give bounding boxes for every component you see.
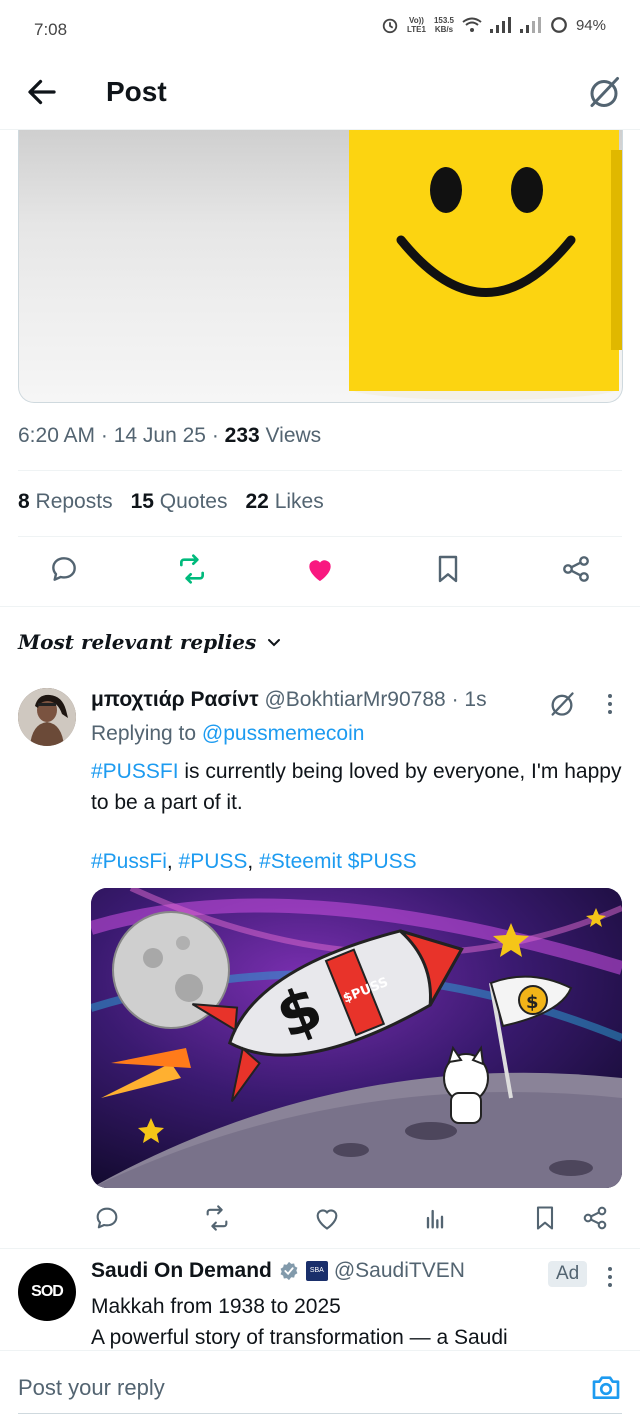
- post-time: 6:20 AM: [18, 424, 96, 447]
- page-title: Post: [106, 76, 167, 107]
- status-time: 7:08: [34, 20, 68, 39]
- alarm-icon: [382, 18, 398, 34]
- comment-icon[interactable]: [48, 553, 80, 585]
- divider: [18, 470, 622, 471]
- replies-sort-label: Most relevant replies: [18, 630, 257, 654]
- avatar[interactable]: [18, 688, 76, 746]
- battery-icon: [551, 17, 567, 33]
- svg-text:$: $: [526, 992, 539, 1013]
- replying-to-link[interactable]: @pussmemecoin: [202, 722, 365, 745]
- more-vertical-icon[interactable]: [604, 1265, 616, 1289]
- post-image[interactable]: [18, 130, 623, 403]
- ad-post[interactable]: SOD Saudi On Demand SBA @SaudiTVEN Ad Ma…: [0, 1248, 640, 1350]
- views-count: 233: [224, 424, 260, 447]
- reply-hashtags: #PussFi, #PUSS, #Steemit $PUSS: [91, 850, 417, 873]
- more-vertical-icon[interactable]: [604, 692, 616, 716]
- likes-stat[interactable]: 22 Likes: [246, 490, 324, 514]
- grok-icon[interactable]: [586, 74, 622, 110]
- engagement-stats: 8 Reposts 15 Quotes 22 Likes: [18, 490, 324, 514]
- share-icon[interactable]: [581, 1204, 609, 1232]
- ad-author-handle[interactable]: @SaudiTVEN: [334, 1259, 465, 1283]
- reply-input[interactable]: Post your reply: [18, 1375, 165, 1401]
- hashtag-link[interactable]: #Steemit: [259, 850, 342, 873]
- reply-author-name[interactable]: μποχτιάρ Ρασίντ: [91, 688, 259, 711]
- heart-icon[interactable]: [304, 553, 336, 585]
- reposts-stat[interactable]: 8 Reposts: [18, 490, 113, 514]
- ad-avatar[interactable]: SOD: [18, 1263, 76, 1321]
- composer-underline: [18, 1413, 622, 1414]
- wifi-icon: [462, 17, 482, 32]
- camera-icon[interactable]: [590, 1371, 622, 1403]
- reply-time: 1s: [464, 688, 487, 711]
- bookmark-icon[interactable]: [432, 553, 464, 585]
- ad-header: Saudi On Demand SBA @SaudiTVEN: [91, 1259, 465, 1283]
- views-label: Views: [265, 424, 322, 447]
- cashtag-link[interactable]: $PUSS: [348, 850, 417, 873]
- post-meta: 6:20 AM · 14 Jun 25 · 233 Views: [18, 424, 322, 447]
- ad-badge: Ad: [548, 1261, 588, 1287]
- post-date: 14 Jun 25: [113, 424, 206, 447]
- affiliate-badge: SBA: [305, 1261, 328, 1281]
- reply-actions: [0, 1204, 640, 1234]
- reply-author-handle[interactable]: @BokhtiarMr90788: [264, 688, 445, 711]
- heart-outline-icon[interactable]: [313, 1204, 341, 1232]
- divider: [18, 536, 622, 537]
- status-icons: Vo)) LTE1 153.5 KB/s 94%: [381, 16, 606, 34]
- section-divider: [0, 606, 640, 607]
- repost-icon[interactable]: [176, 553, 208, 585]
- hashtag-link[interactable]: #PussFi: [91, 850, 167, 873]
- reply-image[interactable]: $ $PUSS $: [91, 888, 622, 1188]
- reply-composer: Post your reply: [0, 1350, 640, 1422]
- reply-text: #PUSSFI is currently being loved by ever…: [91, 760, 622, 814]
- network-speed: 153.5 KB/s: [433, 16, 454, 34]
- back-arrow-icon[interactable]: [24, 74, 60, 110]
- hashtag-link[interactable]: #PUSS: [179, 850, 248, 873]
- share-icon[interactable]: [560, 553, 592, 585]
- bookmark-icon[interactable]: [531, 1204, 559, 1232]
- verified-badge-icon: [280, 1261, 298, 1281]
- post-actions: [0, 553, 640, 591]
- top-bar: Post: [0, 60, 640, 130]
- replying-to: Replying to @pussmemecoin: [91, 722, 365, 745]
- avatar-image: [18, 688, 76, 746]
- grok-icon[interactable]: [548, 690, 576, 718]
- comment-icon[interactable]: [93, 1204, 121, 1232]
- battery-percent: 94%: [575, 16, 606, 34]
- hashtag-link[interactable]: #PUSSFI: [91, 760, 179, 783]
- replies-sort-dropdown[interactable]: Most relevant replies: [18, 630, 282, 654]
- signal-icon: [489, 17, 511, 33]
- smiley-mug-image: [349, 130, 622, 400]
- chevron-down-icon: [268, 639, 281, 647]
- volte-indicator: Vo)) LTE1: [406, 16, 426, 34]
- repost-icon[interactable]: [203, 1204, 231, 1232]
- signal-icon-2: [519, 17, 541, 33]
- analytics-icon[interactable]: [421, 1204, 449, 1232]
- ad-author-name[interactable]: Saudi On Demand: [91, 1259, 272, 1283]
- ad-text: Makkah from 1938 to 2025 A powerful stor…: [91, 1295, 508, 1349]
- rocket-illustration: $ $PUSS $: [91, 888, 622, 1188]
- quotes-stat[interactable]: 15 Quotes: [131, 490, 228, 514]
- status-bar: 7:08 Vo)) LTE1 153.5 KB/s 94%: [0, 0, 640, 60]
